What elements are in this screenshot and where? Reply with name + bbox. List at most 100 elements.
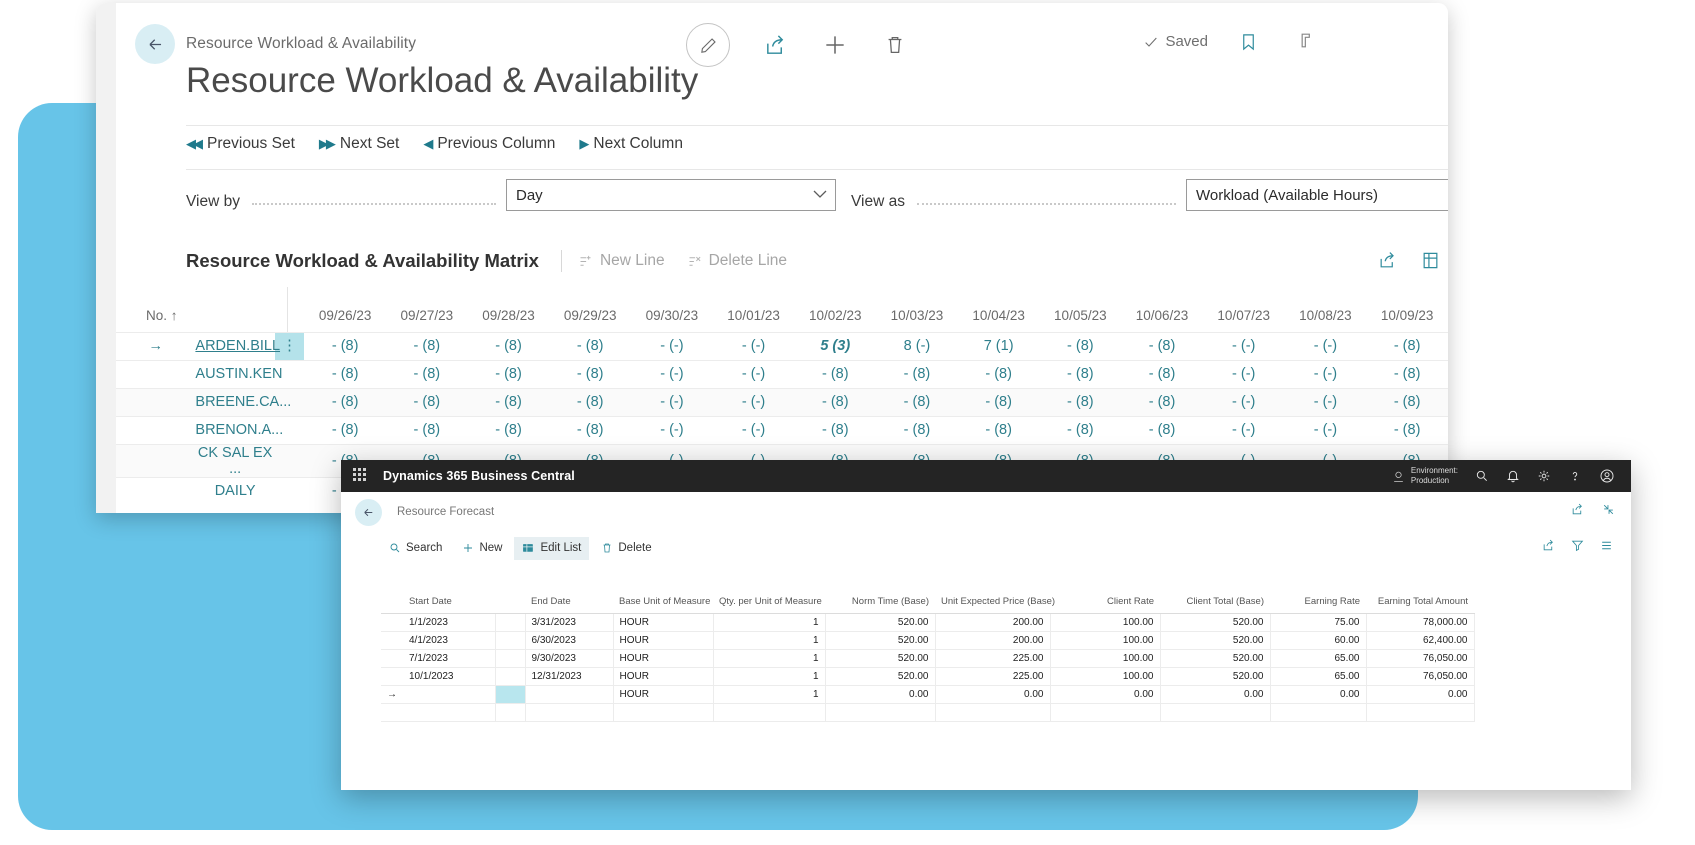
share-button[interactable] [1571, 503, 1584, 521]
matrix-col-date-3[interactable]: 09/29/23 [549, 287, 631, 332]
table-row[interactable]: 7/1/2023 9/30/2023 HOUR 1 520.00 225.00 … [381, 650, 1474, 668]
matrix-col-date-0[interactable]: 09/26/23 [304, 287, 386, 332]
cell[interactable]: - (8) [794, 388, 876, 416]
matrix-col-date-9[interactable]: 10/05/23 [1039, 287, 1121, 332]
grid-col-unit-price[interactable]: Unit Expected Price (Base) [935, 592, 1050, 614]
cell[interactable]: - (-) [1203, 416, 1285, 444]
cell-earning-total[interactable]: 62,400.00 [1366, 632, 1474, 650]
cell[interactable]: - (8) [1039, 360, 1121, 388]
delete-line-button[interactable]: Delete Line [687, 252, 787, 270]
help-button[interactable] [1568, 469, 1582, 483]
cell-qty[interactable]: 1 [713, 614, 825, 632]
cell[interactable]: - (-) [1285, 332, 1367, 360]
cell[interactable]: 7 (1) [958, 332, 1040, 360]
table-row[interactable]: 10/1/2023 12/31/2023 HOUR 1 520.00 225.0… [381, 668, 1474, 686]
cell[interactable]: - (-) [1285, 360, 1367, 388]
matrix-col-date-7[interactable]: 10/03/23 [876, 287, 958, 332]
global-search-button[interactable] [1475, 469, 1489, 483]
cell-qty[interactable]: 1 [713, 632, 825, 650]
cell[interactable]: - (8) [304, 388, 386, 416]
list-options-button[interactable] [1600, 539, 1613, 557]
matrix-col-date-13[interactable]: 10/09/23 [1366, 287, 1448, 332]
nav-previous-set[interactable]: ◀◀ Previous Set [186, 135, 295, 153]
cell-end-date[interactable] [525, 686, 613, 704]
nav-next-set[interactable]: ▶▶ Next Set [319, 135, 399, 153]
matrix-col-date-5[interactable]: 10/01/23 [713, 287, 795, 332]
cell[interactable]: - (-) [1203, 332, 1285, 360]
new-button[interactable] [820, 30, 850, 60]
cell-qty[interactable]: 1 [713, 650, 825, 668]
cell[interactable]: - (8) [386, 388, 468, 416]
grid-col-client-total[interactable]: Client Total (Base) [1160, 592, 1270, 614]
row-name-cell[interactable]: BREENE.CA... [195, 388, 274, 416]
cell-earning-rate[interactable]: 75.00 [1270, 614, 1366, 632]
table-row[interactable]: AUSTIN.KEN - (8) - (8) - (8) - (8) - (-)… [116, 360, 1448, 388]
cell-qty[interactable] [713, 704, 825, 722]
row-menu-button[interactable] [275, 477, 304, 505]
grid-col-client-rate[interactable]: Client Rate [1050, 592, 1160, 614]
cell[interactable]: - (8) [1366, 360, 1448, 388]
matrix-col-date-11[interactable]: 10/07/23 [1203, 287, 1285, 332]
back-button[interactable] [355, 499, 382, 526]
cell[interactable]: - (-) [631, 416, 713, 444]
view-as-select[interactable]: Workload (Available Hours) [1186, 179, 1448, 211]
cell[interactable]: - (8) [1039, 388, 1121, 416]
cell[interactable]: - (8) [468, 332, 550, 360]
cell[interactable]: - (8) [468, 388, 550, 416]
grid-col-norm-time[interactable]: Norm Time (Base) [825, 592, 935, 614]
cell[interactable]: - (-) [631, 360, 713, 388]
cell-client-rate[interactable]: 100.00 [1050, 614, 1160, 632]
row-name-cell[interactable]: BRENON.A... [195, 416, 274, 444]
cell-end-date[interactable]: 6/30/2023 [525, 632, 613, 650]
cell-uom[interactable]: HOUR [613, 650, 713, 668]
cell-unit-price[interactable]: 0.00 [935, 686, 1050, 704]
cell-client-total[interactable]: 0.00 [1160, 686, 1270, 704]
cell-uom[interactable]: HOUR [613, 632, 713, 650]
cell-end-date[interactable]: 9/30/2023 [525, 650, 613, 668]
cell-unit-price[interactable]: 200.00 [935, 632, 1050, 650]
cell[interactable]: - (8) [386, 332, 468, 360]
cell[interactable]: - (8) [549, 416, 631, 444]
filter-button[interactable] [1571, 539, 1584, 557]
settings-button[interactable] [1537, 469, 1551, 483]
table-row[interactable]: BRENON.A... - (8) - (8) - (8) - (8) - (-… [116, 416, 1448, 444]
cell[interactable]: - (8) [1121, 388, 1203, 416]
cell[interactable]: - (8) [958, 388, 1040, 416]
cell-earning-total[interactable] [1366, 704, 1474, 722]
cell-earning-rate[interactable]: 65.00 [1270, 668, 1366, 686]
cell[interactable]: - (8) [958, 416, 1040, 444]
cell-earning-rate[interactable] [1270, 704, 1366, 722]
cell[interactable]: - (-) [713, 416, 795, 444]
grid-col-earning-total[interactable]: Earning Total Amount [1366, 592, 1474, 614]
new-button[interactable]: New [454, 537, 510, 559]
app-launcher-icon[interactable] [353, 468, 369, 484]
table-row[interactable]: → ARDEN.BILL ⋮ - (8) - (8) - (8) - (8) -… [116, 332, 1448, 360]
open-in-excel-button[interactable] [1542, 539, 1555, 557]
matrix-col-date-10[interactable]: 10/06/23 [1121, 287, 1203, 332]
cell[interactable]: - (8) [1039, 332, 1121, 360]
cell-earning-total[interactable]: 0.00 [1366, 686, 1474, 704]
grid-col-uom[interactable]: Base Unit of Measure [613, 592, 713, 614]
cell-client-total[interactable]: 520.00 [1160, 614, 1270, 632]
cell-qty[interactable]: 1 [713, 686, 825, 704]
matrix-share-button[interactable] [1378, 251, 1397, 275]
grid-col-end-date[interactable]: End Date [525, 592, 613, 614]
cell-start-date[interactable]: 7/1/2023 [403, 650, 495, 668]
cell-uom[interactable] [613, 704, 713, 722]
cell-client-rate[interactable]: 100.00 [1050, 650, 1160, 668]
cell[interactable]: - (8) [876, 360, 958, 388]
row-name-cell[interactable]: ARDEN.BILL [195, 332, 274, 360]
cell-earning-total[interactable]: 76,050.00 [1366, 650, 1474, 668]
cell-uom[interactable]: HOUR [613, 686, 713, 704]
table-row[interactable]: 1/1/2023 3/31/2023 HOUR 1 520.00 200.00 … [381, 614, 1474, 632]
cell[interactable]: - (-) [713, 332, 795, 360]
matrix-col-date-8[interactable]: 10/04/23 [958, 287, 1040, 332]
table-row[interactable] [381, 704, 1474, 722]
cell-norm-time[interactable]: 520.00 [825, 668, 935, 686]
cell-start-date[interactable] [403, 704, 495, 722]
cell[interactable]: - (8) [1366, 388, 1448, 416]
cell-selected[interactable] [495, 686, 525, 704]
cell-earning-rate[interactable]: 0.00 [1270, 686, 1366, 704]
matrix-col-date-12[interactable]: 10/08/23 [1285, 287, 1367, 332]
table-row[interactable]: → HOUR 1 0.00 0.00 0.00 0.00 0.00 0.00 [381, 686, 1474, 704]
